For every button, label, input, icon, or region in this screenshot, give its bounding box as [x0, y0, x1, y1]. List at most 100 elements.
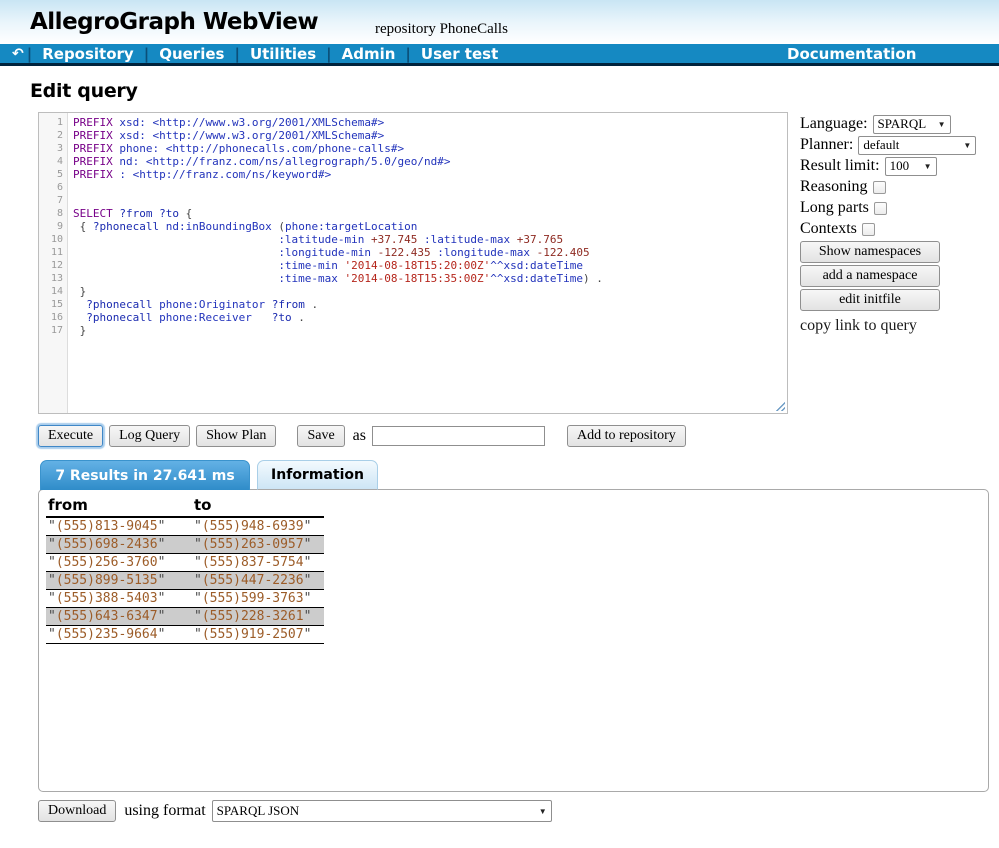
result-limit-label: Result limit:: [800, 157, 880, 175]
result-limit-select[interactable]: 100 ▼: [885, 157, 937, 176]
line-number: 13: [39, 272, 63, 285]
line-number: 14: [39, 285, 63, 298]
line-number: 7: [39, 194, 63, 207]
save-as-label: as: [353, 427, 366, 445]
nav-item-queries[interactable]: Queries: [159, 45, 224, 63]
log-query-button[interactable]: Log Query: [109, 425, 190, 447]
result-row: "(555)899-5135""(555)447-2236": [46, 572, 324, 590]
show-plan-button[interactable]: Show Plan: [196, 425, 276, 447]
language-select-value: SPARQL: [878, 116, 927, 132]
code-line: ?phonecall phone:Receiver ?to .: [73, 311, 787, 324]
save-name-input[interactable]: [372, 426, 545, 446]
result-cell-to: "(555)228-3261": [192, 608, 324, 626]
reasoning-checkbox[interactable]: [873, 181, 886, 194]
edit-initfile-button[interactable]: edit initfile: [800, 289, 940, 311]
result-row: "(555)388-5403""(555)599-3763": [46, 590, 324, 608]
result-cell-from: "(555)388-5403": [46, 590, 192, 608]
copy-link-to-query[interactable]: copy link to query: [800, 317, 992, 335]
literal-value: (555)948-6939: [202, 519, 304, 534]
repository-label: repository PhoneCalls: [375, 21, 508, 38]
main-nav: ↶ |Repository|Queries|Utilities|Admin|Us…: [0, 44, 999, 66]
nav-item-documentation[interactable]: Documentation: [787, 45, 916, 63]
result-row: "(555)698-2436""(555)263-0957": [46, 536, 324, 554]
add-to-repository-button[interactable]: Add to repository: [567, 425, 686, 447]
add-namespace-button[interactable]: add a namespace: [800, 265, 940, 287]
result-cell-to: "(555)837-5754": [192, 554, 324, 572]
app-title: AllegroGraph WebView: [30, 9, 318, 35]
literal-value: (555)599-3763: [202, 591, 304, 606]
result-row: "(555)643-6347""(555)228-3261": [46, 608, 324, 626]
format-select[interactable]: SPARQL JSON ▼: [212, 800, 552, 822]
download-button[interactable]: Download: [38, 800, 116, 822]
tab-results[interactable]: 7 Results in 27.641 ms: [40, 460, 250, 490]
code-line: :time-max '2014-08-18T15:35:00Z'^^xsd:da…: [73, 272, 787, 285]
result-cell-from: "(555)235-9664": [46, 626, 192, 644]
execute-button[interactable]: Execute: [38, 425, 103, 447]
planner-select-value: default: [863, 137, 899, 153]
content: 1234567891011121314151617 PREFIX xsd: <h…: [0, 112, 999, 419]
literal-value: (555)263-0957: [202, 537, 304, 552]
nav-separator: |: [234, 45, 239, 63]
code-line: :latitude-min +37.745 :latitude-max +37.…: [73, 233, 787, 246]
code-line: }: [73, 285, 787, 298]
code-line: { ?phonecall nd:inBoundingBox (phone:tar…: [73, 220, 787, 233]
result-cell-from: "(555)643-6347": [46, 608, 192, 626]
app-header: AllegroGraph WebView repository PhoneCal…: [0, 0, 999, 44]
result-cell-to: "(555)919-2507": [192, 626, 324, 644]
literal-value: (555)899-5135: [56, 573, 158, 588]
reasoning-label: Reasoning: [800, 178, 868, 196]
code-line: [73, 181, 787, 194]
contexts-checkbox[interactable]: [862, 223, 875, 236]
tab-information[interactable]: Information: [257, 460, 378, 490]
result-cell-from: "(555)813-9045": [46, 517, 192, 536]
results-tabs: 7 Results in 27.641 ms Information: [40, 460, 999, 490]
chevron-down-icon: ▼: [938, 120, 946, 129]
nav-item-repository[interactable]: Repository: [42, 45, 134, 63]
long-parts-row: Long parts: [800, 198, 992, 218]
results-header-row: fromto: [46, 496, 324, 517]
line-number: 8: [39, 207, 63, 220]
query-controls-row: Execute Log Query Show Plan Save as Add …: [38, 424, 999, 448]
language-select[interactable]: SPARQL ▼: [873, 115, 951, 134]
long-parts-label: Long parts: [800, 199, 869, 217]
nav-separator: |: [27, 45, 32, 63]
format-select-value: SPARQL JSON: [217, 803, 300, 819]
nav-item-user-test[interactable]: User test: [421, 45, 498, 63]
chevron-down-icon: ▼: [963, 141, 971, 150]
line-number: 2: [39, 129, 63, 142]
save-button[interactable]: Save: [297, 425, 344, 447]
line-number: 6: [39, 181, 63, 194]
literal-value: (555)388-5403: [56, 591, 158, 606]
long-parts-checkbox[interactable]: [874, 202, 887, 215]
result-row: "(555)813-9045""(555)948-6939": [46, 517, 324, 536]
literal-value: (555)643-6347: [56, 609, 158, 624]
line-number: 12: [39, 259, 63, 272]
code-line: [73, 194, 787, 207]
literal-value: (555)235-9664: [56, 627, 158, 642]
code-line: :longitude-min -122.435 :longitude-max -…: [73, 246, 787, 259]
planner-select[interactable]: default ▼: [858, 136, 976, 155]
nav-item-admin[interactable]: Admin: [342, 45, 396, 63]
literal-value: (555)813-9045: [56, 519, 158, 534]
result-cell-to: "(555)447-2236": [192, 572, 324, 590]
line-number: 4: [39, 155, 63, 168]
code-line: SELECT ?from ?to {: [73, 207, 787, 220]
line-number: 10: [39, 233, 63, 246]
contexts-label: Contexts: [800, 220, 857, 238]
code-line: PREFIX xsd: <http://www.w3.org/2001/XMLS…: [73, 116, 787, 129]
code-line: PREFIX nd: <http://franz.com/ns/allegrog…: [73, 155, 787, 168]
code-line: ?phonecall phone:Originator ?from .: [73, 298, 787, 311]
nav-item-utilities[interactable]: Utilities: [250, 45, 316, 63]
query-editor[interactable]: 1234567891011121314151617 PREFIX xsd: <h…: [38, 112, 788, 414]
show-namespaces-button[interactable]: Show namespaces: [800, 241, 940, 263]
code-line: }: [73, 324, 787, 337]
chevron-down-icon: ▼: [924, 162, 932, 171]
back-arrow-icon[interactable]: ↶: [12, 46, 24, 62]
language-row: Language: SPARQL ▼: [800, 114, 992, 134]
chevron-down-icon: ▼: [539, 807, 547, 816]
result-row: "(555)256-3760""(555)837-5754": [46, 554, 324, 572]
code-lines[interactable]: PREFIX xsd: <http://www.w3.org/2001/XMLS…: [68, 113, 787, 413]
literal-value: (555)256-3760: [56, 555, 158, 570]
reasoning-row: Reasoning: [800, 177, 992, 197]
column-header-from: from: [46, 496, 192, 517]
